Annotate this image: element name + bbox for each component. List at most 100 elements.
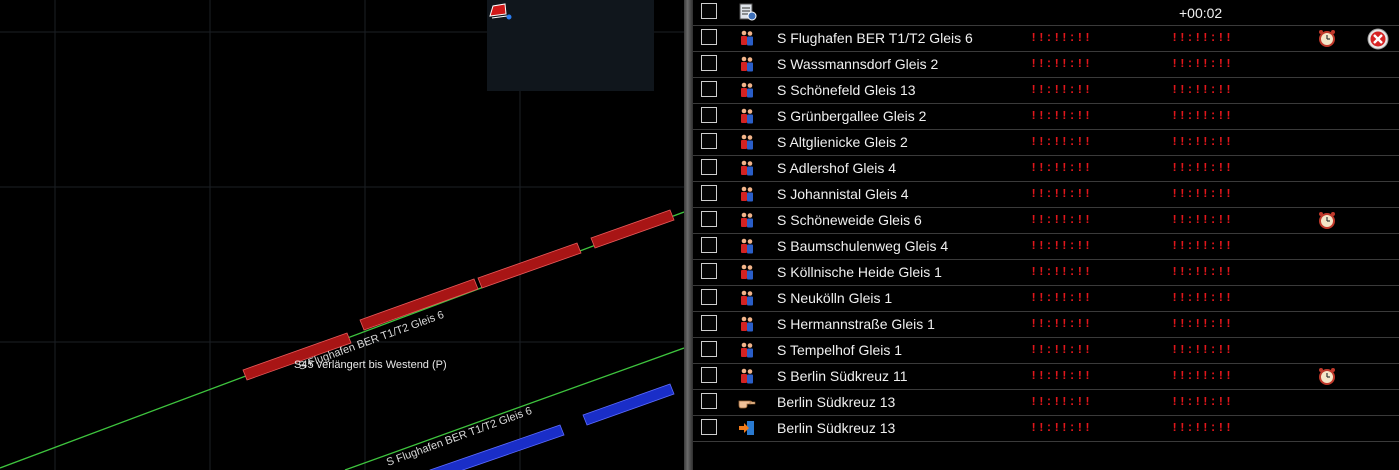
row-checkbox[interactable] — [701, 237, 717, 253]
departure-time: !!:!!:!! — [1171, 291, 1233, 305]
arrival-time: !!:!!:!! — [1030, 291, 1092, 305]
timetable-row[interactable]: S Schönefeld Gleis 13 !!:!!:!! !!:!!:!! — [693, 78, 1399, 104]
stop-name: S Flughafen BER T1/T2 Gleis 6 — [777, 30, 973, 46]
arrival-time: !!:!!:!! — [1030, 343, 1092, 357]
row-checkbox[interactable] — [701, 289, 717, 305]
cancel-icon[interactable] — [1365, 26, 1391, 52]
row-checkbox[interactable] — [701, 29, 717, 45]
departure-time: !!:!!:!! — [1171, 265, 1233, 279]
row-checkbox[interactable] — [701, 263, 717, 279]
departure-time: !!:!!:!! — [1171, 369, 1233, 383]
departure-time: !!:!!:!! — [1171, 187, 1233, 201]
row-checkbox[interactable] — [701, 81, 717, 97]
passengers-icon — [741, 290, 753, 306]
passengers-icon — [741, 82, 753, 98]
timetable-row[interactable]: S Köllnische Heide Gleis 1 !!:!!:!! !!:!… — [693, 260, 1399, 286]
timetable-row[interactable]: S Berlin Südkreuz 11 !!:!!:!! !!:!!:!! — [693, 364, 1399, 390]
timetable-row[interactable]: S Neukölln Gleis 1 !!:!!:!! !!:!!:!! — [693, 286, 1399, 312]
timetable-row[interactable]: S Flughafen BER T1/T2 Gleis 6 !!:!!:!! !… — [693, 26, 1399, 52]
departure-time: !!:!!:!! — [1171, 109, 1233, 123]
departure-time: !!:!!:!! — [1171, 135, 1233, 149]
timetable-row[interactable]: S Wassmannsdorf Gleis 2 !!:!!:!! !!:!!:!… — [693, 52, 1399, 78]
timetable-header: +00:02 — [693, 0, 1399, 26]
stop-name: S Berlin Südkreuz 11 — [777, 368, 908, 384]
departure-time: !!:!!:!! — [1171, 31, 1233, 45]
minimap[interactable] — [487, 0, 654, 91]
alarm-clock-icon[interactable] — [1317, 210, 1337, 230]
arrival-time: !!:!!:!! — [1030, 161, 1092, 175]
train-note-label: S45 verlängert bis Westend (P) — [294, 359, 447, 371]
row-checkbox[interactable] — [701, 159, 717, 175]
row-checkbox[interactable] — [701, 55, 717, 71]
timetable-row[interactable]: S Grünbergallee Gleis 2 !!:!!:!! !!:!!:!… — [693, 104, 1399, 130]
train-icon[interactable] — [487, 0, 513, 22]
passengers-icon — [741, 368, 753, 384]
arrival-time: !!:!!:!! — [1030, 57, 1092, 71]
arrival-time: !!:!!:!! — [1030, 395, 1092, 409]
passengers-icon — [741, 316, 753, 332]
stop-name: Berlin Südkreuz 13 — [777, 420, 896, 436]
stop-name: S Tempelhof Gleis 1 — [777, 342, 903, 358]
stop-name: S Schönefeld Gleis 13 — [777, 82, 916, 98]
stop-name: S Grünbergallee Gleis 2 — [777, 108, 927, 124]
arrival-time: !!:!!:!! — [1030, 421, 1092, 435]
passengers-icon — [741, 186, 753, 202]
timetable-row[interactable]: S Altglienicke Gleis 2 !!:!!:!! !!:!!:!! — [693, 130, 1399, 156]
select-all-checkbox[interactable] — [701, 3, 717, 19]
departure-time: !!:!!:!! — [1171, 239, 1233, 253]
row-checkbox[interactable] — [701, 107, 717, 123]
timetable-row[interactable]: Berlin Südkreuz 13 !!:!!:!! !!:!!:!! — [693, 390, 1399, 416]
stop-name: S Neukölln Gleis 1 — [777, 290, 893, 306]
departure-time: !!:!!:!! — [1171, 161, 1233, 175]
track-map[interactable]: S Flughafen BER T1/T2 Gleis 6 S45 verlän… — [0, 0, 684, 470]
train-red[interactable] — [242, 209, 675, 381]
enter-arrow-icon — [739, 421, 754, 435]
arrival-time: !!:!!:!! — [1030, 213, 1092, 227]
row-checkbox[interactable] — [701, 133, 717, 149]
row-checkbox[interactable] — [701, 185, 717, 201]
departure-time: !!:!!:!! — [1171, 57, 1233, 71]
alarm-clock-icon[interactable] — [1317, 366, 1337, 386]
passengers-icon — [741, 212, 753, 228]
pointing-hand-icon — [738, 400, 756, 409]
row-checkbox[interactable] — [701, 367, 717, 383]
row-checkbox[interactable] — [701, 419, 717, 435]
row-checkbox[interactable] — [701, 393, 717, 409]
stop-name: S Johannistal Gleis 4 — [777, 186, 909, 202]
arrival-time: !!:!!:!! — [1030, 31, 1092, 45]
arrival-time: !!:!!:!! — [1030, 135, 1092, 149]
arrival-time: !!:!!:!! — [1030, 317, 1092, 331]
timetable-row[interactable]: S Schöneweide Gleis 6 !!:!!:!! !!:!!:!! — [693, 208, 1399, 234]
passengers-icon — [741, 160, 753, 176]
arrival-time: !!:!!:!! — [1030, 83, 1092, 97]
timetable-row[interactable]: S Adlershof Gleis 4 !!:!!:!! !!:!!:!! — [693, 156, 1399, 182]
arrival-time: !!:!!:!! — [1030, 239, 1092, 253]
arrival-time: !!:!!:!! — [1030, 187, 1092, 201]
timetable-row[interactable]: S Hermannstraße Gleis 1 !!:!!:!! !!:!!:!… — [693, 312, 1399, 338]
settings-sheet-icon[interactable] — [739, 3, 757, 21]
stop-name: S Hermannstraße Gleis 1 — [777, 316, 935, 332]
arrival-time: !!:!!:!! — [1030, 369, 1092, 383]
timetable-row[interactable]: S Tempelhof Gleis 1 !!:!!:!! !!:!!:!! — [693, 338, 1399, 364]
departure-time: !!:!!:!! — [1171, 343, 1233, 357]
timetable-row[interactable]: S Baumschulenweg Gleis 4 !!:!!:!! !!:!!:… — [693, 234, 1399, 260]
arrival-time: !!:!!:!! — [1030, 109, 1092, 123]
stop-name: S Wassmannsdorf Gleis 2 — [777, 56, 939, 72]
stop-name: S Köllnische Heide Gleis 1 — [777, 264, 942, 280]
stop-name: Berlin Südkreuz 13 — [777, 394, 896, 410]
departure-time: !!:!!:!! — [1171, 83, 1233, 97]
stop-name: S Adlershof Gleis 4 — [777, 160, 897, 176]
timetable-panel: +00:02 S Flughafen BER T1/T2 Gleis 6 !!:… — [693, 0, 1399, 470]
row-checkbox[interactable] — [701, 211, 717, 227]
row-checkbox[interactable] — [701, 341, 717, 357]
departure-time: !!:!!:!! — [1171, 421, 1233, 435]
alarm-clock-icon[interactable] — [1317, 28, 1337, 48]
passengers-icon — [741, 56, 753, 72]
stop-name: S Schöneweide Gleis 6 — [777, 212, 922, 228]
timetable-row[interactable]: S Johannistal Gleis 4 !!:!!:!! !!:!!:!! — [693, 182, 1399, 208]
stop-name: S Altglienicke Gleis 2 — [777, 134, 908, 150]
splitter-handle[interactable] — [684, 0, 693, 470]
row-checkbox[interactable] — [701, 315, 717, 331]
timetable-row[interactable]: Berlin Südkreuz 13 !!:!!:!! !!:!!:!! — [693, 416, 1399, 442]
passengers-icon — [741, 30, 753, 46]
